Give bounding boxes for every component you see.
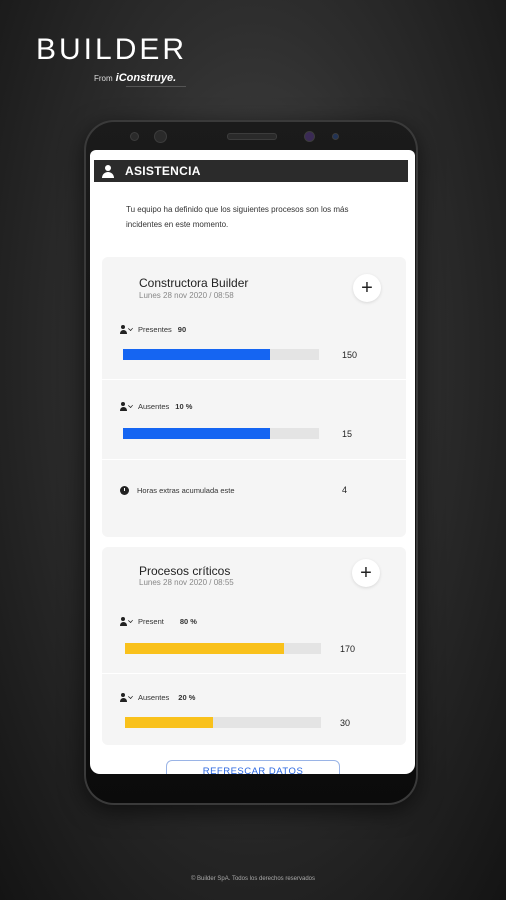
people-x-icon (120, 693, 133, 702)
progress-bar (123, 349, 319, 360)
card-date: Lunes 28 nov 2020 / 08:58 (139, 291, 234, 300)
row-label-present: Present 80 % (120, 617, 197, 626)
app-screen: ASISTENCIA Tu equipo ha definido que los… (90, 150, 415, 774)
divider (102, 379, 406, 380)
sensor-icon (130, 132, 139, 141)
progress-bar (125, 643, 321, 654)
card-date: Lunes 28 nov 2020 / 08:55 (139, 578, 234, 587)
row-label-text: Ausentes (138, 693, 170, 702)
brand-from: From (94, 74, 113, 83)
progress-fill (125, 643, 284, 654)
row-pct: 80 % (179, 617, 197, 626)
add-button[interactable]: + (353, 274, 381, 302)
progress-fill (125, 717, 214, 728)
section-header: ASISTENCIA (94, 160, 408, 182)
row-value: 15 (342, 429, 353, 439)
brand-subtitle: From iConstruye. (94, 68, 176, 86)
people-check-icon (120, 617, 133, 626)
front-camera-icon (154, 130, 167, 143)
people-x-icon (120, 402, 133, 411)
user-icon (101, 164, 115, 178)
clock-icon (120, 486, 129, 495)
brand: BUILDER From iConstruye. (36, 33, 188, 87)
refresh-data-button[interactable]: REFRESCAR DATOS (166, 760, 340, 774)
row-label-text: Presentes (138, 325, 172, 334)
section-title: ASISTENCIA (125, 164, 201, 178)
divider (102, 459, 406, 460)
progress-fill (123, 428, 270, 439)
row-label-ausentes: Ausentes 20 % (120, 693, 195, 702)
intro-text: Tu equipo ha definido que los siguientes… (126, 205, 349, 229)
row-value: 30 (340, 718, 351, 728)
row-label-ausentes: Ausentes 10 % (120, 402, 192, 411)
row-pct: 90 (177, 325, 187, 334)
brand-logo: iConstruye. (115, 72, 177, 84)
progress-bar (125, 717, 321, 728)
people-check-icon (120, 325, 133, 334)
add-button[interactable]: + (352, 559, 380, 587)
row-label-presentes: Presentes 90 (120, 325, 186, 334)
row-label-horas: Horas extras acumulada este (120, 486, 235, 495)
proximity-sensor-icon (332, 133, 339, 140)
row-value: 170 (340, 644, 356, 654)
brand-title: BUILDER (36, 33, 188, 66)
row-pct: 10 % (175, 402, 193, 411)
card-constructora: Constructora Builder Lunes 28 nov 2020 /… (102, 257, 406, 537)
row-value: 4 (342, 485, 348, 495)
card-title: Procesos críticos (139, 564, 231, 578)
phone-speaker (227, 133, 277, 140)
row-label-text: Present (138, 617, 164, 626)
progress-bar (123, 428, 319, 439)
copyright-footer: © Builder SpA. Todos los derechos reserv… (190, 876, 316, 882)
progress-fill (123, 349, 270, 360)
row-value: 150 (342, 350, 358, 360)
row-pct: 20 % (178, 693, 196, 702)
iris-sensor-icon (304, 131, 315, 142)
brand-divider (126, 86, 186, 87)
card-title: Constructora Builder (139, 276, 249, 290)
card-procesos-criticos: Procesos críticos Lunes 28 nov 2020 / 08… (102, 547, 406, 745)
divider (102, 673, 406, 674)
row-label-text: Ausentes (138, 402, 170, 411)
row-label-text: Horas extras acumulada este (137, 486, 235, 495)
